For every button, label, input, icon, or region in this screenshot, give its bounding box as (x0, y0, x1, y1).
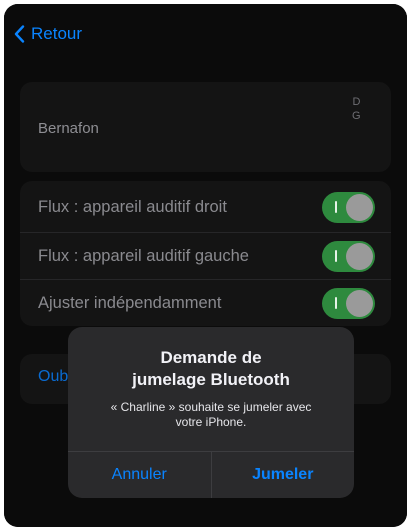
stream-right-toggle[interactable] (322, 191, 375, 223)
alert-message: « Charline » souhaite se jumeler avec vo… (82, 400, 340, 430)
toggle-on-indicator (335, 249, 337, 262)
back-button[interactable]: Retour (14, 24, 82, 44)
forget-device-link[interactable]: Oub (38, 368, 68, 386)
settings-row-stream-left: Flux : appareil auditif gauche (20, 232, 391, 279)
alert-title-line: Demande de (160, 348, 262, 367)
settings-row-stream-right: Flux : appareil auditif droit (20, 184, 391, 230)
back-label: Retour (31, 24, 83, 43)
alert-title-line: jumelage Bluetooth (132, 370, 290, 389)
streaming-settings-group: Flux : appareil auditif droit Flux : app… (20, 181, 391, 326)
hearing-aid-group: Bernafon D G (20, 82, 391, 172)
alert-title: Demande de jumelage Bluetooth (68, 347, 354, 391)
left-side-label: G (351, 110, 361, 122)
settings-row-label: Ajuster indépendamment (38, 293, 222, 312)
stream-left-toggle[interactable] (322, 240, 375, 272)
pair-button[interactable]: Jumeler (212, 452, 355, 498)
chevron-left-icon (14, 25, 25, 43)
settings-screen: Retour Bernafon D G Flux : appareil audi… (4, 4, 407, 527)
adjust-independently-toggle[interactable] (322, 287, 375, 319)
right-side-label: D (352, 96, 361, 108)
alert-message-line: « Charline » souhaite se jumeler avec (110, 400, 312, 414)
alert-message-line: votre iPhone. (175, 415, 247, 429)
navigation-bar: Retour (4, 4, 407, 64)
toggle-knob (346, 289, 373, 317)
settings-row-label: Flux : appareil auditif gauche (38, 246, 249, 265)
toggle-on-indicator (335, 296, 337, 309)
hearing-aid-name: Bernafon (38, 120, 99, 137)
bluetooth-pairing-alert: Demande de jumelage Bluetooth « Charline… (68, 327, 354, 498)
phone-frame: Retour Bernafon D G Flux : appareil audi… (4, 4, 407, 527)
settings-row-adjust-independently: Ajuster indépendamment (20, 279, 391, 326)
toggle-knob (346, 193, 373, 221)
toggle-on-indicator (335, 200, 337, 213)
settings-row-label: Flux : appareil auditif droit (38, 197, 227, 216)
toggle-knob (346, 242, 373, 270)
cancel-button[interactable]: Annuler (68, 452, 212, 498)
alert-buttons: Annuler Jumeler (68, 451, 354, 498)
